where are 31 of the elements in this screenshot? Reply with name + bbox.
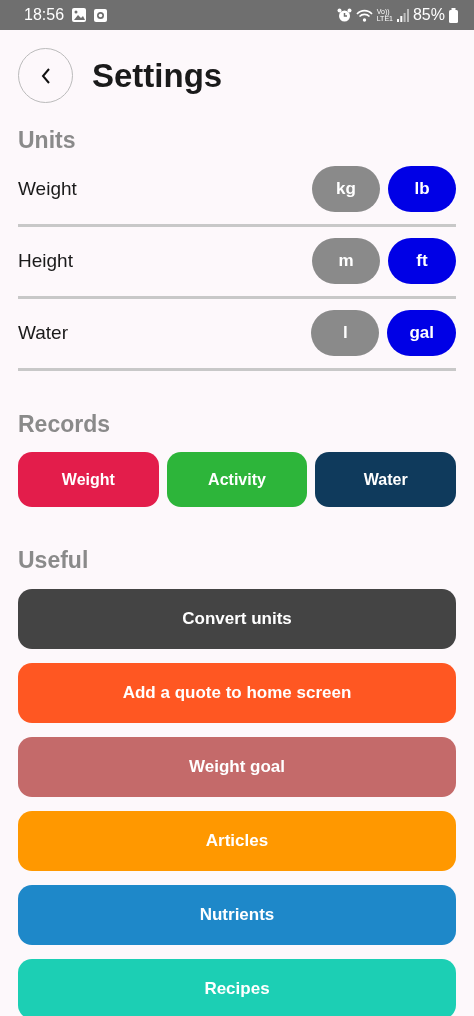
status-time: 18:56	[24, 5, 65, 25]
section-heading: Units	[18, 127, 77, 155]
unit-toggle[interactable]: kg	[312, 166, 380, 213]
useful-button[interactable]: Weight goal	[18, 736, 456, 797]
unit-toggle[interactable]: m	[312, 238, 380, 285]
back-icon	[40, 67, 51, 84]
unit-toggle[interactable]: lb	[388, 166, 456, 213]
useful-button[interactable]: Add a quote to home screen	[18, 662, 456, 723]
signal-icon	[396, 8, 409, 22]
useful-button[interactable]: Articles	[18, 810, 456, 871]
battery-icon	[449, 7, 458, 23]
setting-label: Height	[18, 248, 73, 273]
record-button[interactable]: Water	[315, 452, 456, 508]
record-button[interactable]: Activity	[166, 452, 308, 508]
useful-button[interactable]: Convert units	[18, 588, 456, 649]
section-heading: Records	[18, 410, 112, 439]
useful-button[interactable]: Recipes	[18, 958, 456, 1016]
record-button[interactable]: Weight	[18, 452, 159, 508]
useful-button[interactable]: Nutrients	[18, 884, 456, 945]
unit-toggle[interactable]: ft	[388, 238, 456, 285]
unit-toggle[interactable]: l	[311, 310, 380, 357]
clock-icon	[94, 8, 108, 22]
wifi-icon	[355, 8, 373, 22]
setting-label: Water	[18, 320, 68, 345]
section-heading: Useful	[18, 547, 90, 575]
setting-label: Weight	[18, 176, 77, 201]
page-title: Settings	[92, 55, 223, 96]
alarm-icon	[336, 7, 352, 23]
unit-toggle[interactable]: gal	[387, 310, 456, 357]
battery-percent: 85%	[412, 5, 445, 25]
image-icon	[72, 8, 87, 22]
